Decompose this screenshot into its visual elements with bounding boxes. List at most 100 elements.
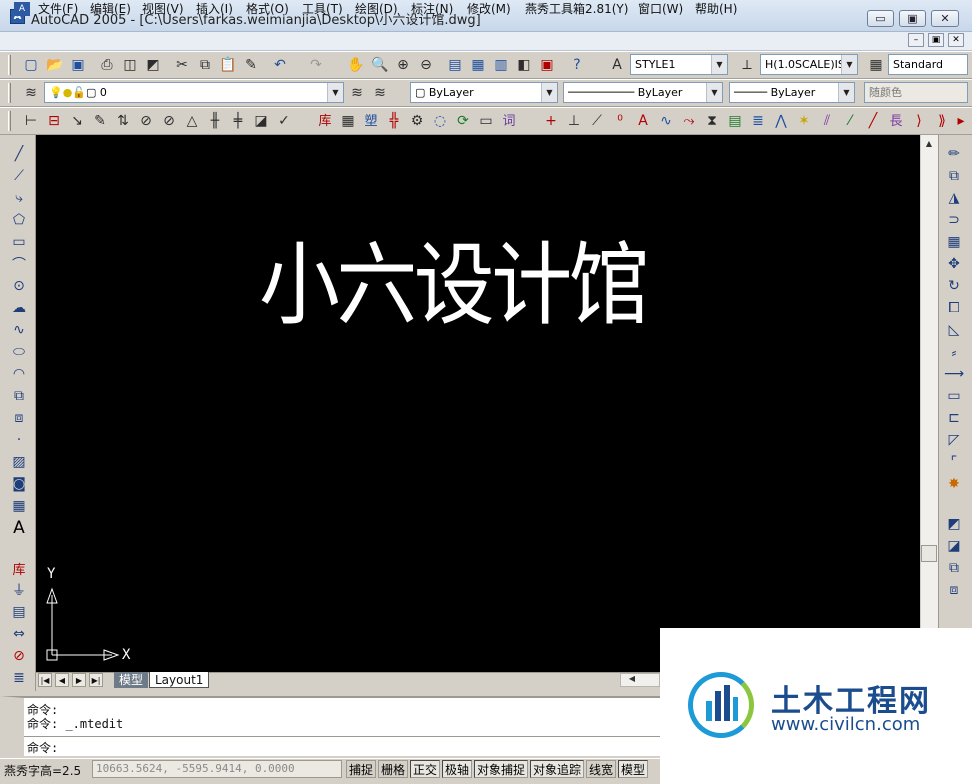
menu-modify[interactable]: 修改(M) [467,1,511,18]
menu-window[interactable]: 窗口(W) [638,1,683,18]
layer-previous-icon[interactable]: ≋ [369,82,391,104]
menu-view[interactable]: 视图(V) [142,1,184,18]
tolerance-icon[interactable]: ◪ [250,110,272,132]
sparkle-icon[interactable]: ✶ [793,110,815,132]
hatch-icon[interactable]: ▤ [724,110,746,132]
table-icon[interactable]: ▦ [7,496,31,516]
command-prompt[interactable]: 命令: [27,739,58,756]
document-close-button[interactable]: ✕ [948,33,964,47]
extend-icon[interactable]: ⟶ [942,364,966,384]
slash-icon[interactable]: ⁄ [839,110,861,132]
bring-above-icon[interactable]: ⧉ [942,558,966,578]
first-tab-icon[interactable]: |◀ [38,673,52,687]
arc-tool-icon[interactable]: ⌒ [7,254,31,274]
text-align-icon[interactable]: ⁰ [609,110,631,132]
close-button[interactable]: ✕ [931,10,959,27]
stack-icon[interactable]: ▤ [7,602,31,622]
menu-tools[interactable]: 工具(T) [302,1,343,18]
length-icon[interactable]: 長 [885,110,907,132]
toolbar-overflow-icon[interactable]: ▸ [950,110,972,132]
ordinate-dim-icon[interactable]: ✎ [89,110,111,132]
dropdown-arrow-icon[interactable]: ▼ [711,55,727,74]
draw-order-front-icon[interactable]: ◩ [942,514,966,534]
layer-select[interactable]: 💡●🔓▢ 0 ▼ [44,82,344,103]
trim-icon[interactable]: ⸗ [942,342,966,362]
osnap-toggle[interactable]: 对象捕捉 [474,760,528,778]
menu-insert[interactable]: 插入(I) [196,1,233,18]
oblique-icon[interactable]: ⟋ [586,110,608,132]
polyline-icon[interactable]: ⤷ [7,188,31,208]
hourglass-icon[interactable]: ⧗ [701,110,723,132]
menu-file[interactable]: 文件(F) [38,1,78,18]
circle-tool-icon[interactable]: ⊙ [7,276,31,296]
toolbar-grip[interactable] [8,55,11,75]
linetype-select[interactable]: ────────── ByLayer ▼ [563,82,723,103]
dropdown-arrow-icon[interactable]: ▼ [841,55,857,74]
text-list-icon[interactable]: ≣ [7,668,31,688]
library-tool-icon[interactable]: 库 [7,558,31,578]
tab-model[interactable]: 模型 [114,672,149,688]
line-icon[interactable]: ╱ [862,110,884,132]
make-layer-current-icon[interactable]: ≋ [346,82,368,104]
dropdown-arrow-icon[interactable]: ▼ [706,83,722,102]
copy-icon[interactable]: ⧉ [194,54,216,76]
array-icon[interactable]: ▦ [942,232,966,252]
zoom-realtime-icon[interactable]: 🔍 [369,54,391,76]
copy-object-icon[interactable]: ⧉ [942,166,966,186]
text-style-icon[interactable]: A [606,54,628,76]
document-restore-button[interactable]: ▣ [928,33,944,47]
draw-order-back-icon[interactable]: ◪ [942,536,966,556]
toolbar-grip[interactable] [8,83,11,103]
plot-style-select[interactable]: 随颜色 [864,82,968,103]
minimize-button[interactable]: ▭ [867,10,894,27]
sheet-set-icon[interactable]: ◧ [513,54,535,76]
break-line-icon[interactable]: ⤳ [678,110,700,132]
multiline-text-icon[interactable]: A [7,518,31,538]
aligned-dim-icon[interactable]: ⊟ [43,110,65,132]
ellipse-icon[interactable]: ⬭ [7,342,31,362]
plastic-icon[interactable]: 塑 [360,110,382,132]
arc-length-icon[interactable]: ↘ [66,110,88,132]
table-style-select[interactable]: Standard [888,54,968,75]
color-select[interactable]: ▢ ByLayer ▼ [410,82,558,103]
continue-dim-icon[interactable]: ╪ [227,110,249,132]
break-icon[interactable]: ▭ [942,386,966,406]
quick-dim-icon[interactable]: △ [181,110,203,132]
mirror-icon[interactable]: ◮ [942,188,966,208]
vertical-scrollbar[interactable] [920,135,938,672]
publish-icon[interactable]: ◩ [142,54,164,76]
stripes-icon[interactable]: ≣ [747,110,769,132]
next-tab-icon[interactable]: ▶ [72,673,86,687]
design-center-icon[interactable]: ▦ [467,54,489,76]
make-block-icon[interactable]: ⧈ [7,408,31,428]
text-height-icon[interactable]: A [632,110,654,132]
line-tool-icon[interactable]: ╱ [7,144,31,164]
scroll-left-icon[interactable]: ◀ [626,674,638,683]
properties-icon[interactable]: ▤ [444,54,466,76]
region-icon[interactable]: ◙ [7,474,31,494]
tool-palettes-icon[interactable]: ▥ [490,54,512,76]
dictionary-icon[interactable]: 词 [498,110,520,132]
grid-toggle[interactable]: 栅格 [378,760,408,778]
diagonal-hatch-icon[interactable]: ⫽ [816,110,838,132]
polygon-icon[interactable]: ⬠ [7,210,31,230]
chamfer-icon[interactable]: ◸ [942,430,966,450]
plot-preview-icon[interactable]: ◫ [119,54,141,76]
move-icon[interactable]: ✥ [942,254,966,274]
rotate-icon[interactable]: ↻ [942,276,966,296]
otrack-toggle[interactable]: 对象追踪 [530,760,584,778]
wave-icon[interactable]: ∿ [655,110,677,132]
cross-icon[interactable]: ╬ [383,110,405,132]
monitor-icon[interactable]: ▭ [475,110,497,132]
zoom-window-icon[interactable]: ⊕ [392,54,414,76]
stretch-icon[interactable]: ◺ [942,320,966,340]
angular-dim-icon[interactable]: ⊘ [158,110,180,132]
offset-icon[interactable]: ⊃ [942,210,966,230]
library-icon[interactable]: 库 [314,110,336,132]
revision-cloud-icon[interactable]: ☁ [7,298,31,318]
open-file-icon[interactable]: 📂 [44,54,66,76]
baseline-dim-icon[interactable]: ╫ [204,110,226,132]
insert-block-icon[interactable]: ⧉ [7,386,31,406]
join-icon[interactable]: ⊏ [942,408,966,428]
zoom-previous-icon[interactable]: ⊖ [415,54,437,76]
